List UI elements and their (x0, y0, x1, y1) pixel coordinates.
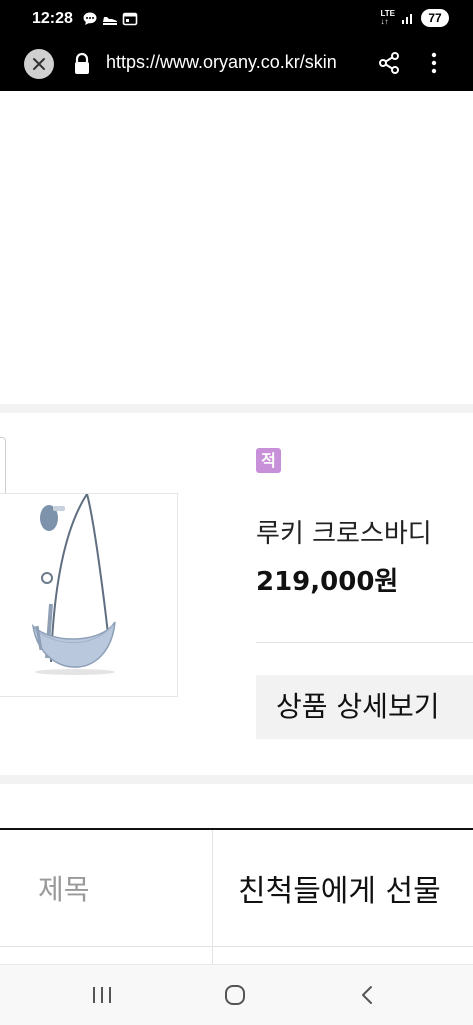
divider (256, 642, 473, 643)
system-navigation-bar (0, 964, 473, 1025)
recent-apps-icon[interactable] (91, 986, 113, 1004)
bag-image (31, 491, 116, 675)
product-badge: 적 (256, 448, 281, 473)
network-type: LTE ↓↑ (380, 9, 395, 26)
post-info-table: 제목 친척들에게 선물 (0, 828, 473, 964)
table-top-border (0, 828, 473, 830)
more-options-icon[interactable] (424, 51, 444, 75)
section-divider (0, 775, 473, 784)
section-divider (0, 404, 473, 413)
close-icon (33, 58, 45, 70)
home-icon[interactable] (223, 984, 247, 1006)
blank-content-area (0, 91, 473, 404)
back-icon[interactable] (358, 984, 376, 1006)
title-value: 친척들에게 선물 (238, 874, 441, 909)
battery-indicator: 77 (421, 9, 449, 27)
product-price: 219,000원 (256, 567, 399, 597)
product-name[interactable]: 루키 크로스바디 (256, 513, 432, 550)
lock-icon[interactable] (73, 52, 91, 76)
close-tab-button[interactable] (24, 49, 54, 79)
status-bar: 12:28 LTE ↓↑ 77 (0, 0, 473, 38)
notification-icons (82, 11, 138, 27)
column-divider (212, 830, 213, 964)
signal-icon (402, 14, 412, 24)
title-label: 제목 (38, 873, 90, 906)
row-divider (0, 946, 473, 947)
product-card[interactable]: 적 루키 크로스바디 219,000원 상품 상세보기 (0, 413, 473, 775)
calendar-icon (122, 12, 138, 26)
share-icon[interactable] (378, 51, 400, 75)
browser-url-bar: https://www.oryany.co.kr/skin (0, 38, 473, 91)
status-time: 12:28 (32, 10, 73, 27)
url-text[interactable]: https://www.oryany.co.kr/skin (106, 52, 360, 73)
shoe-icon (103, 17, 117, 25)
chat-icon (83, 12, 97, 25)
product-image[interactable] (0, 491, 178, 697)
view-details-button[interactable]: 상품 상세보기 (256, 675, 473, 739)
system-icons: LTE ↓↑ 77 (380, 9, 449, 27)
